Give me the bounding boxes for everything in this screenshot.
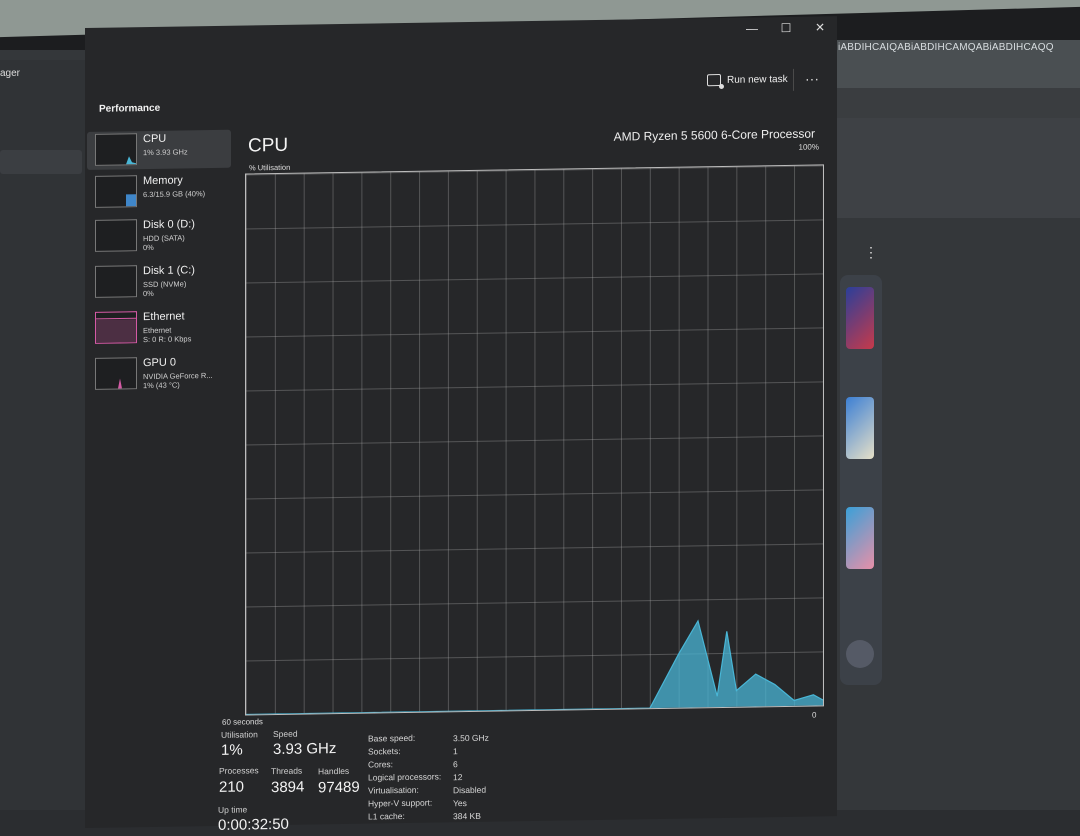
detail-value: 384 KB	[453, 810, 481, 822]
ethernet-thumb-fill	[96, 319, 136, 343]
detail-value: Disabled	[453, 784, 487, 796]
memory-thumbnail	[95, 175, 137, 208]
detail-label: L1 cache:	[368, 810, 405, 822]
maximize-button[interactable]: ☐	[777, 21, 795, 35]
speed-value: 3.93 GHz	[273, 740, 337, 759]
cpu-thumbnail	[95, 133, 137, 166]
cpu-thumb-spark	[126, 156, 136, 165]
run-new-task-label: Run new task	[727, 73, 788, 86]
utilisation-value: 1%	[221, 741, 243, 759]
detail-value: 1	[453, 746, 458, 757]
gpu-thumbnail	[95, 357, 137, 390]
sidebar-item-value: 0%	[143, 242, 154, 253]
cpu-heading: CPU	[248, 134, 289, 157]
sidebar-item-value: 1% (43 °C)	[143, 380, 180, 391]
disk-0-thumbnail	[95, 219, 137, 252]
sidebar-item-label: CPU	[143, 132, 167, 146]
detail-label: Virtualisation:	[368, 784, 419, 796]
handles-label: Handles	[318, 765, 350, 777]
minimize-button[interactable]: —	[743, 21, 761, 35]
processes-label: Processes	[219, 765, 259, 776]
detail-label: Sockets:	[368, 746, 401, 757]
sidebar-item-sub: Ethernet	[143, 325, 172, 336]
sidebar-item-ethernet[interactable]: Ethernet Ethernet S: 0 R: 0 Kbps	[87, 308, 231, 348]
sidebar-item-memory[interactable]: Memory 6.3/15.9 GB (40%)	[87, 172, 231, 212]
sidebar-item-label: Disk 0 (D:)	[143, 218, 195, 232]
detail-value: Yes	[453, 798, 467, 809]
detail-label: Logical processors:	[368, 771, 442, 783]
handles-value: 97489	[318, 778, 360, 797]
run-new-task-button[interactable]: Run new task	[707, 73, 788, 87]
detail-label: Cores:	[368, 759, 394, 770]
x-end-label: 0	[812, 710, 817, 720]
performance-sidebar: CPU 1% 3.93 GHz Memory 6.3/15.9 GB (40%)…	[85, 129, 235, 390]
sidebar-item-sub: 1% 3.93 GHz	[143, 147, 188, 158]
cpu-utilisation-graph	[245, 164, 824, 716]
more-options-button[interactable]: ···	[805, 70, 819, 86]
ethernet-thumb-line	[96, 317, 136, 320]
y-max-label: 100%	[798, 142, 819, 152]
sidebar-item-sub: 6.3/15.9 GB (40%)	[143, 189, 206, 200]
sidebar-item-cpu[interactable]: CPU 1% 3.93 GHz	[87, 129, 231, 170]
gpu-thumb-spark	[118, 378, 122, 389]
threads-value: 3894	[271, 778, 305, 797]
caption-buttons: — ☐ ✕	[743, 20, 829, 35]
sidebar-item-disk-0[interactable]: Disk 0 (D:) HDD (SATA) 0%	[87, 216, 231, 256]
sidebar-item-label: Memory	[143, 174, 183, 188]
sidebar-item-label: GPU 0	[143, 356, 177, 370]
disk-1-thumbnail	[95, 265, 137, 298]
background-url-text: iABDIHCAIQABiABDIHCAMQABiABDIHCAQQ	[838, 42, 1054, 53]
run-task-icon	[707, 74, 721, 87]
sidebar-item-label: Disk 1 (C:)	[143, 264, 195, 278]
sidebar-item-value: S: 0 R: 0 Kbps	[143, 334, 192, 345]
sidebar-item-value: 0%	[143, 288, 154, 299]
y-axis-label: % Utilisation	[249, 162, 291, 173]
processes-value: 210	[219, 778, 245, 796]
background-menu-icon[interactable]: ⋮	[864, 244, 878, 261]
memory-thumb-fill	[126, 194, 136, 207]
dock-app-icon[interactable]	[846, 397, 874, 459]
dock-button[interactable]	[846, 640, 874, 668]
detail-value: 3.50 GHz	[453, 732, 489, 744]
background-selected-item	[0, 150, 82, 174]
close-button[interactable]: ✕	[811, 20, 829, 34]
x-span-label: 60 seconds	[222, 717, 263, 727]
cpu-graph-svg	[246, 619, 823, 715]
background-toolbar	[830, 88, 1080, 118]
uptime-value: 0:00:32:50	[218, 815, 289, 834]
sidebar-item-disk-1[interactable]: Disk 1 (C:) SSD (NVMe) 0%	[87, 262, 231, 302]
page-title: Performance	[99, 102, 161, 115]
background-panel	[830, 118, 1080, 218]
background-app-title: ager	[0, 68, 21, 79]
toolbar-divider	[793, 68, 794, 91]
task-manager-window: — ☐ ✕ Performance Run new task ··· CPU 1…	[85, 16, 837, 834]
detail-label: Hyper-V support:	[368, 797, 433, 809]
utilisation-label: Utilisation	[221, 729, 258, 740]
ethernet-thumbnail	[95, 311, 137, 344]
dock-app-icon[interactable]	[846, 507, 874, 569]
side-dock	[840, 275, 882, 685]
sidebar-item-sub: SSD (NVMe)	[143, 279, 187, 290]
sidebar-item-sub: HDD (SATA)	[143, 233, 185, 244]
sidebar-item-gpu-0[interactable]: GPU 0 NVIDIA GeForce R... 1% (43 °C)	[87, 354, 231, 394]
cpu-series-area	[246, 620, 823, 715]
detail-value: 6	[453, 759, 458, 770]
detail-value: 12	[453, 772, 463, 783]
processor-model: AMD Ryzen 5 5600 6-Core Processor	[613, 126, 815, 144]
dock-app-icon[interactable]	[846, 287, 874, 349]
sidebar-item-label: Ethernet	[143, 310, 185, 324]
detail-label: Base speed:	[368, 732, 416, 744]
threads-label: Threads	[271, 765, 303, 777]
speed-label: Speed	[273, 728, 298, 740]
